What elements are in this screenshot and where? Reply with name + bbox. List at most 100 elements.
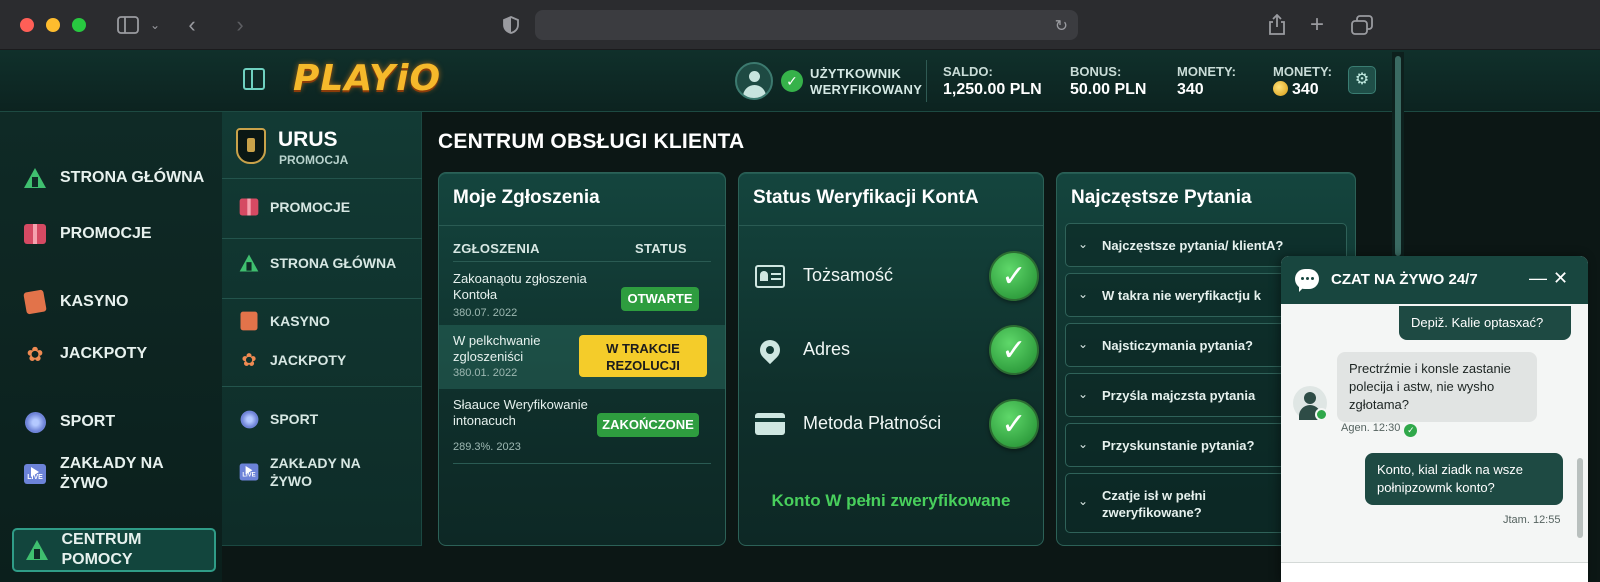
gear-icon: ⚙ bbox=[1354, 71, 1370, 88]
verification-panel-title: Status Weryfikacji KontA bbox=[753, 187, 979, 208]
sidebar-item-promotions[interactable]: PROMOCJE bbox=[0, 212, 222, 256]
promo-brand-subtitle: PROMOCJA bbox=[279, 153, 349, 167]
brand-logo[interactable]: PLAYiO bbox=[293, 58, 441, 99]
subnav-item-label: STRONA GŁÓWNA bbox=[270, 255, 397, 271]
main-sidebar: STRONA GŁÓWNA PROMOCJE KASYNO ✿ JACKPOTY… bbox=[0, 112, 222, 582]
subnav-item-label-line1: ZAKŁADY NA bbox=[270, 455, 361, 471]
table-row[interactable]: Zakoanąotu zgłoszenia Kontoła 380.07. 20… bbox=[439, 263, 725, 327]
chat-scrollbar-thumb[interactable] bbox=[1577, 458, 1583, 538]
coins-label-2: MONETY: bbox=[1273, 64, 1332, 79]
bonus-value: 50.00 PLN bbox=[1070, 81, 1147, 98]
sidebar-item-label: SPORT bbox=[60, 413, 116, 430]
sidebar-item-casino[interactable]: KASYNO bbox=[0, 280, 222, 324]
table-row[interactable]: Słaauce Weryfikowanie intonacuch 289.3%.… bbox=[439, 389, 725, 453]
minimize-icon[interactable]: — bbox=[1529, 268, 1547, 289]
divider bbox=[453, 261, 711, 262]
check-icon: ✓ bbox=[989, 325, 1039, 375]
subnav-item-promotions[interactable]: PROMOCJE bbox=[238, 190, 350, 224]
sidebar-item-jackpots[interactable]: ✿ JACKPOTY bbox=[0, 332, 222, 376]
chat-title: CZAT NA ŻYWO 24/7 bbox=[1331, 271, 1478, 288]
back-icon[interactable]: ‹ bbox=[182, 12, 202, 38]
user-status-label: UŻYTKOWNIK WERYFIKOWANY bbox=[810, 66, 922, 98]
table-row[interactable]: W pelkchwanie zgloszeniści 380.01. 2022 … bbox=[439, 325, 725, 389]
address-bar[interactable]: ↻ bbox=[535, 10, 1078, 40]
maximize-window-button[interactable] bbox=[72, 18, 86, 32]
new-tab-icon[interactable]: + bbox=[1306, 11, 1328, 38]
status-badge-line2: REZOLUCJI bbox=[606, 358, 680, 373]
sidebar-item-live-betting[interactable]: LIVE ZAKŁADY NA ŻYWO bbox=[0, 450, 222, 498]
settings-button[interactable]: ⚙ bbox=[1348, 66, 1376, 94]
divider bbox=[453, 463, 711, 464]
home-tent-icon bbox=[238, 253, 260, 273]
chat-message-user: Depiž. Kalie optasxać? bbox=[1399, 306, 1571, 340]
tab-overview-icon[interactable] bbox=[1350, 12, 1374, 38]
chevron-down-icon[interactable]: ⌄ bbox=[148, 12, 162, 38]
forward-icon[interactable]: › bbox=[230, 12, 250, 38]
live-tv-icon: LIVE bbox=[238, 462, 260, 482]
ball-icon bbox=[238, 409, 260, 430]
sidebar-item-label: ZAKŁADY NA ŻYWO bbox=[60, 454, 164, 494]
menu-toggle-icon[interactable] bbox=[243, 68, 265, 90]
avatar[interactable] bbox=[735, 62, 773, 100]
divider bbox=[222, 178, 422, 179]
scrollbar-thumb[interactable] bbox=[1395, 56, 1401, 256]
ticket-title: W pelkchwanie zgloszeniści bbox=[453, 333, 541, 364]
subnav-item-label: SPORT bbox=[270, 411, 319, 427]
subnav-item-label-line2: ŻYWO bbox=[270, 473, 312, 489]
chat-scrollbar[interactable] bbox=[1577, 308, 1583, 554]
check-icon: ✓ bbox=[989, 251, 1039, 301]
page-title: CENTRUM OBSŁUGI KLIENTA bbox=[438, 130, 745, 153]
id-card-icon bbox=[753, 259, 787, 293]
coins-stat-2: MONETY: 340 bbox=[1273, 64, 1332, 100]
user-status-line2: WERYFIKOWANY bbox=[810, 82, 923, 97]
sidebar-item-label: PROMOCJE bbox=[60, 225, 152, 242]
chevron-down-icon: ⌄ bbox=[1078, 237, 1089, 251]
subnav-item-casino[interactable]: KASYNO bbox=[238, 304, 330, 338]
divider bbox=[439, 225, 725, 226]
verified-check-icon: ✓ bbox=[781, 70, 803, 92]
check-icon: ✓ bbox=[989, 399, 1039, 449]
tickets-panel-title: Moje Zgłoszenia bbox=[453, 187, 600, 208]
sidebar-toggle-icon[interactable] bbox=[115, 12, 141, 38]
chevron-down-icon: ⌄ bbox=[1078, 337, 1089, 351]
chat-message-input[interactable] bbox=[1281, 562, 1588, 582]
subnav-item-sport[interactable]: SPORT bbox=[238, 402, 318, 436]
minimize-window-button[interactable] bbox=[46, 18, 60, 32]
ticket-date: 289.3%. 2023 bbox=[453, 441, 521, 453]
subnav-item-label: ZAKŁADY NA ŻYWO bbox=[270, 454, 361, 490]
coins-stat: MONETY: 340 bbox=[1177, 64, 1236, 100]
sidebar-item-label: STRONA GŁÓWNA bbox=[60, 169, 205, 186]
status-badge: ZAKOŃCZONE bbox=[597, 413, 699, 437]
message-time: Jtam. 12:55 bbox=[1503, 514, 1561, 526]
verification-item-address: Adres ✓ bbox=[753, 323, 1039, 377]
shield-icon[interactable] bbox=[500, 12, 522, 38]
app-header: PLAYiO ✓ UŻYTKOWNIK WERYFIKOWANY SALDO: … bbox=[0, 50, 1600, 112]
promo-brand-title[interactable]: URUS bbox=[278, 128, 338, 152]
cards-icon bbox=[238, 310, 260, 332]
check-icon: ✓ bbox=[1404, 424, 1418, 437]
chevron-down-icon: ⌄ bbox=[1078, 387, 1089, 401]
divider bbox=[222, 386, 422, 387]
clover-icon: ✿ bbox=[26, 343, 44, 366]
header-divider bbox=[926, 60, 927, 102]
column-header-status: STATUS bbox=[635, 241, 687, 256]
gift-icon bbox=[22, 221, 48, 247]
close-window-button[interactable] bbox=[20, 18, 34, 32]
reload-icon[interactable]: ↻ bbox=[1055, 16, 1068, 36]
subnav-item-label: PROMOCJE bbox=[270, 199, 351, 215]
share-icon[interactable] bbox=[1266, 12, 1288, 38]
verification-label: Tożsamość bbox=[803, 265, 894, 285]
divider bbox=[222, 238, 422, 239]
sidebar-item-sport[interactable]: SPORT bbox=[0, 400, 222, 444]
subnav-item-label: JACKPOTY bbox=[270, 352, 347, 368]
coins-value-2: 340 bbox=[1292, 81, 1319, 98]
subnav-item-live-betting[interactable]: LIVE ZAKŁADY NA ŻYWO bbox=[238, 450, 361, 494]
sidebar-item-help-center[interactable]: CENTRUM POMOCY bbox=[12, 528, 216, 572]
bonus-label: BONUS: bbox=[1070, 64, 1122, 79]
urus-shield-icon bbox=[236, 128, 266, 164]
column-header-tickets: ZGŁOSZENIA bbox=[453, 241, 540, 256]
close-icon[interactable]: ✕ bbox=[1553, 268, 1568, 289]
subnav-item-home[interactable]: STRONA GŁÓWNA bbox=[238, 246, 396, 280]
sidebar-item-home[interactable]: STRONA GŁÓWNA bbox=[0, 156, 222, 200]
subnav-item-jackpots[interactable]: ✿ JACKPOTY bbox=[238, 343, 346, 377]
